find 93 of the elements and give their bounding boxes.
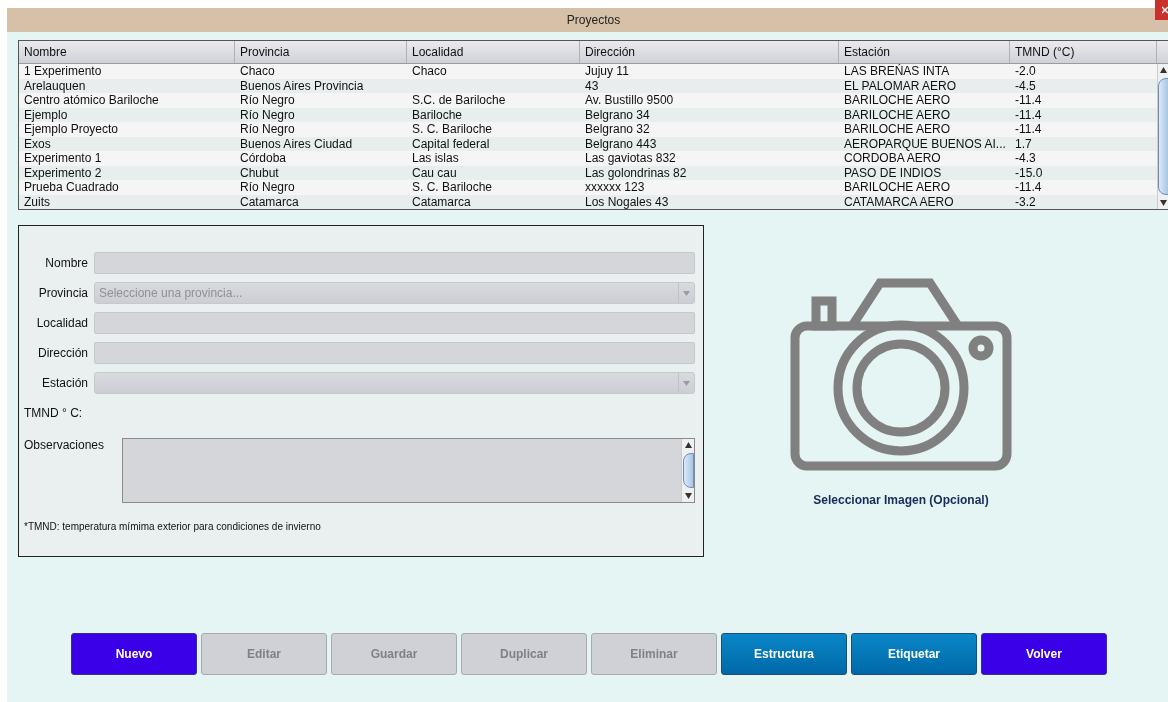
column-header[interactable]: Estación (839, 41, 1010, 63)
scroll-down-icon[interactable] (684, 493, 692, 499)
table-cell: Chaco (240, 64, 275, 78)
table-cell: Río Negro (240, 180, 295, 194)
action-button[interactable]: Nuevo (71, 633, 197, 675)
table-cell: Catamarca (412, 194, 471, 209)
column-header[interactable]: Provincia (235, 41, 407, 63)
table-cell: -11.4 (1015, 180, 1042, 194)
scrollbar[interactable] (681, 439, 694, 502)
table-cell: Río Negro (240, 107, 295, 122)
table-cell: 1 Experimento (24, 64, 102, 78)
column-header[interactable]: TMND (°C) (1010, 41, 1157, 63)
table-cell: Catamarca (240, 194, 299, 209)
input-field[interactable] (94, 252, 695, 274)
table-cell: BARILOCHE AERO (844, 107, 951, 122)
table-cell: Capital federal (412, 136, 490, 151)
table-cell: BARILOCHE AERO (844, 122, 951, 136)
table-cell: S.C. de Bariloche (412, 93, 506, 107)
table-cell: Arelauquen (24, 78, 86, 93)
field-label: Dirección (37, 346, 89, 360)
scroll-up-icon[interactable] (1160, 67, 1167, 73)
table-cell: xxxxxx 123 (585, 180, 645, 194)
table-cell: Río Negro (240, 122, 295, 136)
field-label: Provincia (37, 286, 89, 300)
field-label: Observaciones (24, 438, 106, 452)
table-cell: Experimento 2 (24, 165, 102, 180)
field-label: Nombre (44, 256, 89, 270)
table-cell: S. C. Bariloche (412, 180, 493, 194)
column-header[interactable]: Dirección (580, 41, 839, 63)
table-cell: CATAMARCA AERO (844, 194, 954, 209)
table-cell: 43 (585, 78, 599, 93)
action-button[interactable]: Volver (981, 633, 1107, 675)
table-cell: Las gaviotas 832 (585, 151, 676, 165)
table-cell: Belgrano 32 (585, 122, 650, 136)
table-cell: PASO DE INDIOS (844, 165, 942, 180)
table-cell: AEROPARQUE BUENOS AI... (844, 136, 1006, 151)
table-cell: Córdoba (240, 151, 287, 165)
table-cell: -11.4 (1015, 93, 1042, 107)
table-cell: Buenos Aires Ciudad (240, 136, 353, 151)
field-label: TMND ° C: (24, 406, 84, 420)
table-cell: -3.2 (1015, 194, 1036, 209)
window-title: Proyectos (566, 13, 621, 27)
table-cell: S. C. Bariloche (412, 122, 493, 136)
caret-icon (683, 380, 690, 386)
table-cell: Zuits (24, 194, 50, 209)
table-cell: -4.5 (1015, 78, 1036, 93)
table-cell: Ejemplo Proyecto (24, 122, 119, 136)
caret-icon (683, 290, 690, 296)
table-cell: Ejemplo (24, 107, 68, 122)
table-cell: Río Negro (240, 93, 295, 107)
scroll-up-icon[interactable] (684, 442, 692, 448)
table-cell: Jujuy 11 (585, 64, 629, 78)
table-cell: Las islas (412, 151, 459, 165)
table-cell: -15.0 (1015, 165, 1043, 180)
table-cell: Buenos Aires Provincia (240, 78, 364, 93)
action-button[interactable]: Etiquetar (851, 633, 977, 675)
input-field[interactable] (94, 312, 695, 334)
table-cell: EL PALOMAR AERO (844, 78, 957, 93)
action-button[interactable]: Estructura (721, 633, 847, 675)
footnote: *TMND: temperatura mímima exterior para condiciones de invierno (24, 521, 322, 532)
table-cell: -4.3 (1015, 151, 1036, 165)
table-cell: Bariloche (412, 107, 463, 122)
table-cell: Av. Bustillo 9500 (585, 93, 674, 107)
table-cell: Experimento 1 (24, 151, 102, 165)
column-header[interactable]: Nombre (19, 41, 235, 63)
close-button[interactable] (1155, 0, 1168, 20)
close-icon (1162, 6, 1168, 14)
table-cell: BARILOCHE AERO (844, 93, 951, 107)
field-label: Localidad (35, 316, 89, 330)
scrollbar[interactable] (1157, 64, 1168, 209)
column-header[interactable]: Localidad (407, 41, 580, 63)
select-image-link[interactable]: Seleccionar Imagen (Opcional) (813, 493, 989, 507)
table-cell: Exos (24, 136, 51, 151)
scroll-down-icon[interactable] (1160, 200, 1167, 206)
table-cell: Prueba Cuadrado (24, 180, 119, 194)
table-cell: CORDOBA AERO (844, 151, 941, 165)
table-cell: Chubut (240, 165, 279, 180)
table-cell: Belgrano 443 (585, 136, 657, 151)
field-label: Estación (40, 376, 89, 390)
table-cell: Centro atómico Bariloche (24, 93, 159, 107)
table-cell: LAS BREŃAS INTA (844, 64, 950, 78)
table-cell: -11.4 (1015, 122, 1042, 136)
table-cell: BARILOCHE AERO (844, 180, 951, 194)
camera-icon[interactable] (790, 277, 1012, 471)
input-field[interactable] (94, 342, 695, 364)
table-cell: Cau cau (412, 165, 457, 180)
table-cell: Las golondrinas 82 (585, 165, 687, 180)
table-cell: Chaco (412, 64, 447, 78)
table-cell: Los Nogales 43 (585, 194, 669, 209)
table-cell: -11.4 (1015, 107, 1042, 122)
table-cell: -2.0 (1015, 64, 1036, 78)
table-cell: Belgrano 34 (585, 107, 650, 122)
table-cell: 1.7 (1015, 136, 1032, 151)
